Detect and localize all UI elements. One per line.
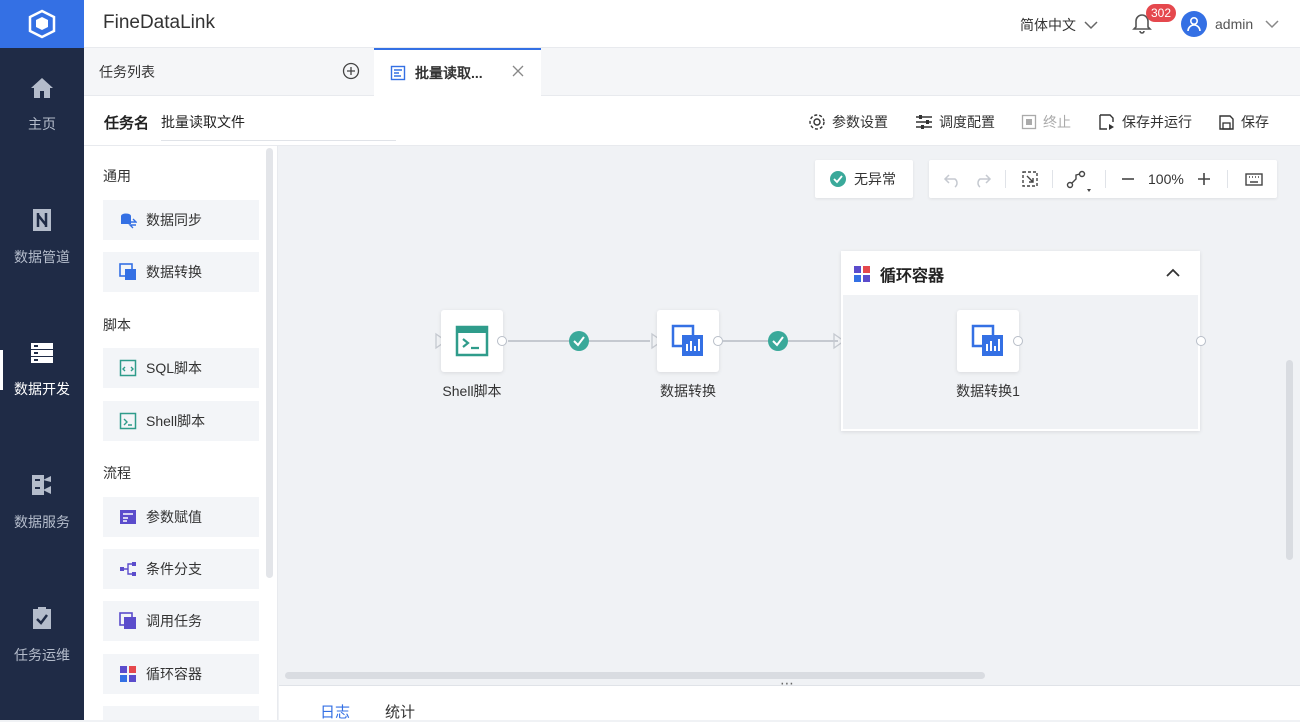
data-transform-icon <box>671 324 703 356</box>
canvas-vertical-scrollbar[interactable] <box>1286 360 1293 560</box>
node-label-shell: Shell脚本 <box>442 383 502 399</box>
tab-log[interactable]: 日志 <box>320 701 350 722</box>
output-port[interactable] <box>713 336 723 346</box>
canvas-horizontal-scrollbar[interactable] <box>285 672 985 679</box>
container-output-port[interactable] <box>1196 336 1206 346</box>
bottom-panel: 日志 统计 <box>279 685 1300 722</box>
loop-container-icon <box>854 266 870 282</box>
node-data-transform[interactable] <box>657 310 719 372</box>
data-transform-icon <box>971 324 1003 356</box>
output-port[interactable] <box>1013 336 1023 346</box>
node-shell-script[interactable] <box>441 310 503 372</box>
tab-stats[interactable]: 统计 <box>385 701 415 722</box>
output-port[interactable] <box>497 336 507 346</box>
loop-container-header[interactable]: 循环容器 <box>843 253 1198 295</box>
edge-success-icon[interactable] <box>768 331 788 351</box>
chevron-up-icon[interactable] <box>1166 268 1180 277</box>
node-data-transform-1[interactable] <box>957 310 1019 372</box>
loop-container-title: 循环容器 <box>880 268 945 285</box>
node-label-transform-1: 数据转换1 <box>956 383 1020 399</box>
edge-success-icon[interactable] <box>569 331 589 351</box>
shell-script-icon <box>455 325 489 357</box>
node-label-transform: 数据转换 <box>660 383 716 399</box>
